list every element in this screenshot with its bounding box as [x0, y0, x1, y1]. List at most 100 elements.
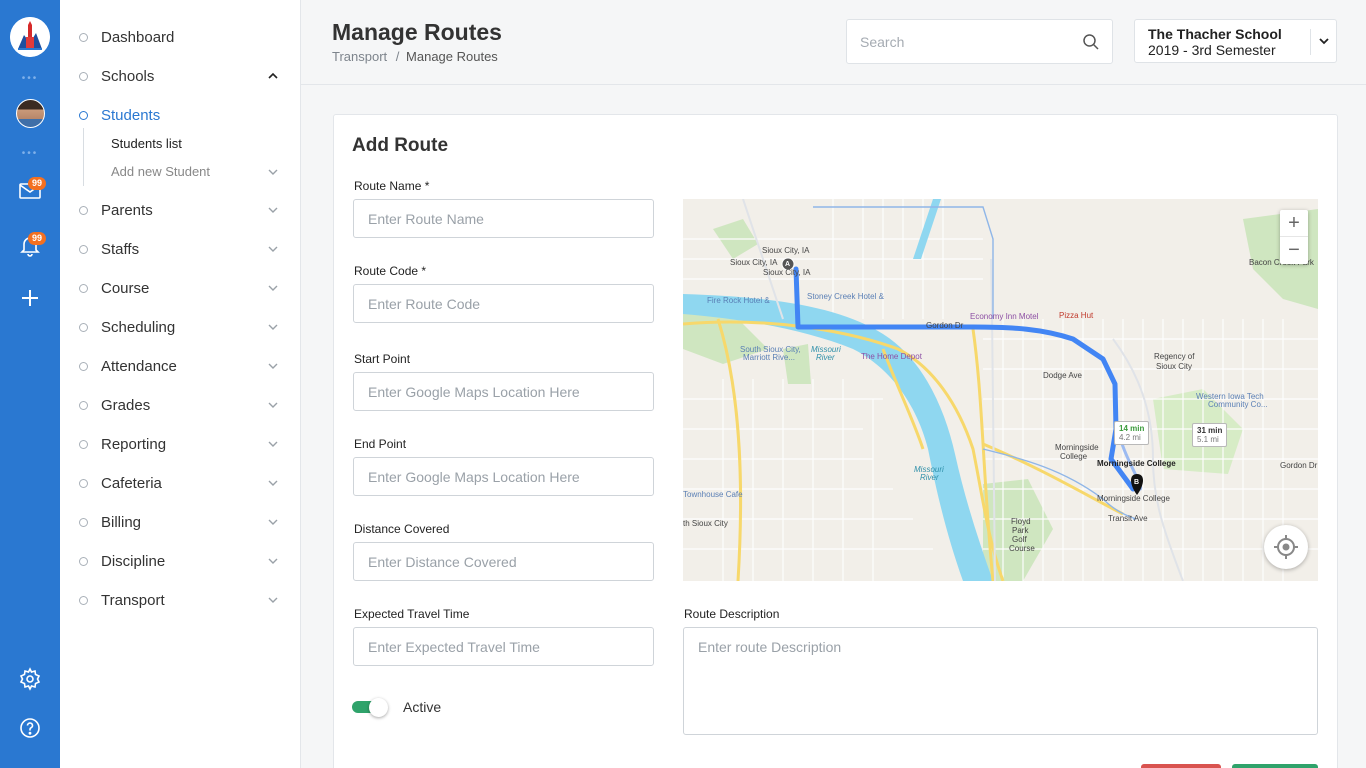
- school-selector[interactable]: The Thacher School 2019 - 3rd Semester: [1134, 19, 1337, 63]
- bullet-icon: [79, 595, 88, 605]
- map-label: Park: [1012, 526, 1029, 535]
- map-label: Stoney Creek Hotel &: [807, 292, 884, 301]
- eta-bus-distance: 5.1 mi: [1197, 435, 1219, 444]
- school-name: The Thacher School: [1148, 26, 1282, 42]
- sidebar-item-course[interactable]: Course: [60, 275, 300, 301]
- logo-graphic: [10, 17, 50, 57]
- sidebar-item-label: Staffs: [101, 240, 140, 258]
- header-divider: [301, 84, 1366, 85]
- sidebar-subitem-students-list[interactable]: Students list: [111, 136, 182, 151]
- zoom-in-button[interactable]: +: [1280, 210, 1308, 237]
- active-toggle[interactable]: [352, 698, 389, 717]
- bullet-icon: [79, 478, 88, 488]
- sidebar-subitem-add-student[interactable]: Add new Student: [111, 164, 210, 179]
- sidebar-item-discipline[interactable]: Discipline: [60, 548, 300, 574]
- chevron-down-icon[interactable]: [267, 282, 279, 294]
- chevron-down-icon[interactable]: [267, 204, 279, 216]
- sidebar-item-label: Cafeteria: [101, 474, 162, 492]
- chevron-down-icon[interactable]: [267, 166, 279, 178]
- user-avatar[interactable]: [16, 99, 45, 128]
- map-label: Dodge Ave: [1043, 371, 1082, 380]
- sidebar-item-attendance[interactable]: Attendance: [60, 353, 300, 379]
- school-logo[interactable]: [10, 17, 50, 57]
- help-icon[interactable]: [18, 716, 42, 740]
- route-name-input[interactable]: [353, 199, 654, 238]
- sidebar-item-label: Course: [101, 279, 150, 297]
- sidebar-item-students[interactable]: Students: [60, 102, 300, 128]
- sidebar-item-parents[interactable]: Parents: [60, 197, 300, 223]
- plus-icon[interactable]: [18, 286, 42, 310]
- bullet-icon: [79, 322, 88, 332]
- save-button[interactable]: [1232, 764, 1318, 768]
- sidebar-item-label: Grades: [101, 396, 151, 414]
- route-map[interactable]: Sioux City, IA Sioux City, IA Sioux City…: [683, 199, 1318, 581]
- sidebar-item-billing[interactable]: Billing: [60, 509, 300, 535]
- sidebar-item-label: Dashboard: [101, 28, 175, 46]
- sidebar-item-staffs[interactable]: Staffs: [60, 236, 300, 262]
- eta-bus-time: 31 min: [1197, 426, 1223, 435]
- distance-label: Distance Covered: [354, 522, 450, 536]
- cancel-button[interactable]: [1141, 764, 1221, 768]
- sidebar-item-transport[interactable]: Transport: [60, 587, 300, 613]
- gear-icon[interactable]: [18, 667, 42, 691]
- map-label: Sioux City: [1156, 362, 1193, 371]
- chevron-up-icon[interactable]: [267, 70, 279, 82]
- end-point-input[interactable]: [353, 457, 654, 496]
- map-label: Sioux City, IA: [762, 246, 810, 255]
- map-label: River: [920, 473, 939, 482]
- chevron-down-icon[interactable]: [1317, 34, 1331, 48]
- bullet-icon: [79, 71, 88, 81]
- sidebar-item-schools[interactable]: Schools: [60, 63, 300, 89]
- locate-me-button[interactable]: [1264, 525, 1308, 569]
- chevron-down-icon[interactable]: [267, 438, 279, 450]
- chevron-down-icon[interactable]: [267, 516, 279, 528]
- toggle-knob: [369, 698, 388, 717]
- chevron-down-icon[interactable]: [267, 321, 279, 333]
- chevron-down-icon[interactable]: [267, 555, 279, 567]
- chevron-down-icon[interactable]: [267, 477, 279, 489]
- bullet-icon: [79, 32, 88, 42]
- submenu-guide: [83, 128, 84, 186]
- breadcrumb-separator: /: [395, 49, 400, 64]
- sidebar-item-label: Schools: [101, 67, 155, 85]
- active-label: Active: [403, 699, 442, 715]
- rail-separator: •••: [21, 148, 39, 159]
- page-title: Manage Routes: [332, 19, 502, 45]
- marker-a-label: A: [785, 261, 791, 268]
- route-code-input[interactable]: [353, 284, 654, 323]
- breadcrumb-current: Manage Routes: [406, 49, 498, 64]
- chevron-down-icon[interactable]: [267, 399, 279, 411]
- sidebar-item-grades[interactable]: Grades: [60, 392, 300, 418]
- sidebar-item-cafeteria[interactable]: Cafeteria: [60, 470, 300, 496]
- start-point-input[interactable]: [353, 372, 654, 411]
- description-textarea[interactable]: [683, 627, 1318, 735]
- breadcrumb-link-transport[interactable]: Transport: [332, 49, 387, 64]
- sidebar-item-reporting[interactable]: Reporting: [60, 431, 300, 457]
- eta-car-time: 14 min: [1119, 424, 1145, 433]
- map-label: College: [1060, 452, 1088, 461]
- bullet-icon: [79, 244, 88, 254]
- chevron-down-icon[interactable]: [267, 594, 279, 606]
- map-label: Transit Ave: [1108, 514, 1148, 523]
- map-label: Sioux City, IA: [730, 258, 778, 267]
- sidebar-item-label: Scheduling: [101, 318, 176, 336]
- sidebar-item-label: Reporting: [101, 435, 167, 453]
- sidebar-item-dashboard[interactable]: Dashboard: [60, 24, 300, 50]
- map-label: Fire Rock Hotel &: [707, 296, 770, 305]
- eta-car-box[interactable]: 14 min 4.2 mi: [1114, 421, 1150, 445]
- search-input[interactable]: [860, 32, 1070, 52]
- chevron-down-icon[interactable]: [267, 243, 279, 255]
- map-label: Golf: [1012, 535, 1027, 544]
- sidebar-item-label: Attendance: [101, 357, 177, 375]
- travel-time-input[interactable]: [353, 627, 654, 666]
- chevron-down-icon[interactable]: [267, 360, 279, 372]
- bullet-icon: [79, 205, 88, 215]
- eta-bus-box[interactable]: 31 min 5.1 mi: [1192, 423, 1228, 447]
- mail-badge: 99: [28, 177, 47, 190]
- bullet-icon: [79, 556, 88, 566]
- distance-input[interactable]: [353, 542, 654, 581]
- route-name-label: Route Name *: [354, 179, 430, 193]
- zoom-out-button[interactable]: −: [1280, 237, 1308, 264]
- sidebar-item-scheduling[interactable]: Scheduling: [60, 314, 300, 340]
- search-icon[interactable]: [1082, 33, 1100, 51]
